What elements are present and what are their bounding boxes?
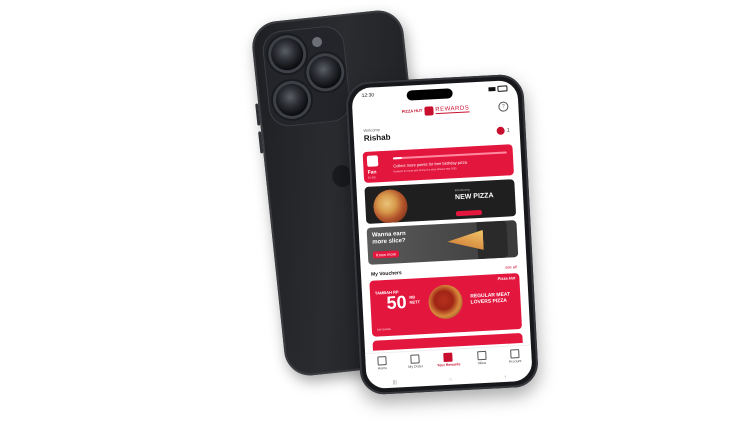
nav-item-your-rewards[interactable]: Your Rewards (433, 352, 464, 368)
meat-lovers-pizza-image (427, 284, 464, 320)
recents-icon[interactable]: ||| (393, 379, 397, 385)
banner-cta-button[interactable] (455, 209, 483, 217)
nav-item-account[interactable]: Account (499, 349, 530, 365)
camera-lens-icon (269, 36, 305, 72)
nav-item-my-order[interactable]: My Order (400, 354, 431, 370)
section-title: My Vouchers (370, 270, 402, 278)
nav-label: Inbox (477, 360, 487, 366)
phone-front: 12:30 PIZZA HUT REWARDS ? Welcome Rishab… (344, 73, 540, 396)
points-badge[interactable]: 1 (496, 126, 510, 135)
back-icon[interactable]: ‹ (504, 373, 506, 379)
brand-logo-text: REWARDS (435, 104, 470, 114)
rewards-icon (443, 352, 454, 363)
account-icon (509, 349, 520, 359)
brand-top-text: PIZZA HUT (401, 107, 423, 114)
status-time: 12:30 (361, 92, 375, 100)
flash-icon (311, 36, 323, 48)
pizza-image (372, 188, 409, 224)
battery-icon (497, 85, 508, 92)
promo-banner-new-pizza[interactable]: Introducing NEW PIZZA (364, 179, 517, 224)
user-name: Rishab (363, 132, 391, 143)
signal-icon (488, 87, 496, 92)
camera-lens-icon (307, 54, 343, 90)
rewards-progress-card[interactable]: Fan 0 / 60 Collect more points for free … (362, 144, 514, 184)
help-icon[interactable]: ? (498, 101, 509, 112)
camera-lens-icon (274, 82, 310, 118)
home-circle-icon[interactable]: ○ (449, 376, 452, 382)
nav-label: My Order (408, 364, 424, 369)
inbox-icon (476, 350, 487, 361)
banner-headline: NEW PIZZA (454, 192, 494, 202)
side-button (258, 131, 264, 154)
home-icon (377, 356, 387, 366)
nav-label: Your Rewards (437, 362, 461, 368)
welcome-label: Welcome (363, 127, 381, 133)
banner-headline: Wanna earn more slice? (371, 230, 406, 246)
nav-item-home[interactable]: Home (367, 356, 398, 372)
voucher-fine-print: S&K Berlaku (376, 327, 392, 332)
voucher-brand: Pizza Hut (497, 275, 516, 282)
pizza-hut-logo-icon (424, 105, 434, 116)
progress-bar-fill (392, 156, 403, 160)
points-icon (496, 126, 506, 135)
voucher-card[interactable]: Pizza Hut TAMBAH RP 50 RB NETT REGULAR M… (369, 273, 523, 337)
banner-kicker: Introducing (454, 187, 470, 193)
points-count: 1 (506, 127, 510, 134)
pizza-slice-icon (366, 155, 379, 167)
know-more-button[interactable]: Know more (372, 250, 400, 259)
pizza-slice-image (447, 230, 484, 252)
camera-module (260, 24, 353, 129)
points-progress-text: 0 / 60 (367, 175, 376, 180)
voucher-amount: 50 (385, 291, 408, 313)
see-all-link[interactable]: see all (505, 264, 517, 271)
brand-logo: PIZZA HUT REWARDS (401, 104, 470, 117)
nav-label: Account (508, 359, 522, 364)
app-screen: 12:30 PIZZA HUT REWARDS ? Welcome Rishab… (351, 79, 533, 390)
voucher-product: REGULAR MEAT LOVERS PIZZA (470, 291, 511, 306)
side-button (255, 103, 261, 126)
voucher-unit: RB NETT (409, 294, 421, 305)
promo-banner-earn-slice[interactable]: Wanna earn more slice? Know more (366, 220, 519, 265)
order-icon (410, 354, 420, 364)
nav-label: Home (377, 366, 388, 371)
nav-item-inbox[interactable]: Inbox (466, 350, 497, 366)
